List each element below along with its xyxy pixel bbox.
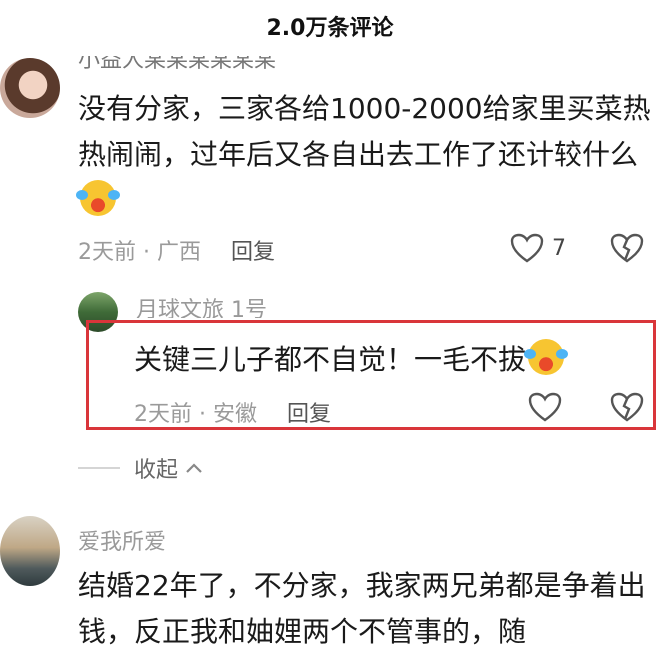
heart-icon [528, 392, 562, 422]
broken-heart-icon [610, 392, 644, 422]
comments-count-title: 2.0万条评论 [266, 16, 394, 41]
comment-username[interactable]: 爱我所爱 [78, 524, 166, 556]
comment-text: 结婚22年了，不分家，我家两兄弟都是争着出钱，反正我和妯娌两个不管事的，随 [78, 569, 646, 648]
divider [78, 467, 120, 469]
avatar[interactable] [0, 58, 60, 118]
dislike-button[interactable] [610, 392, 644, 426]
laughing-crying-emoji-icon [524, 339, 569, 375]
like-button[interactable] [528, 392, 562, 422]
dislike-button[interactable] [610, 233, 644, 267]
reply-meta: 2天前 · 安徽 回复 [134, 396, 331, 428]
reply-text: 关键三儿子都不自觉！一毛不拔 [134, 338, 569, 382]
chevron-up-icon [186, 463, 202, 473]
collapse-replies-button[interactable]: 收起 [78, 452, 204, 484]
reply-button[interactable]: 回复 [287, 402, 331, 427]
comments-header: 2.0万条评论 [0, 0, 660, 52]
like-count: 7 [552, 235, 566, 261]
comment-meta: 2天前 · 广西 回复 [78, 234, 275, 266]
reply-time-location: 2天前 · 安徽 [134, 402, 257, 427]
heart-icon [510, 233, 544, 263]
reply-button[interactable]: 回复 [231, 240, 275, 265]
reply-username[interactable]: 月球文旅 1号 [136, 296, 267, 318]
collapse-label: 收起 [134, 458, 179, 483]
comment-username[interactable]: 小益人某某某某某某 [78, 56, 276, 74]
avatar[interactable] [0, 516, 60, 586]
comment-time-location: 2天前 · 广西 [78, 240, 201, 265]
like-button[interactable]: 7 [510, 233, 566, 263]
comment-text: 没有分家，三家各给1000-2000给家里买菜热热闹闹，过年后又各自出去工作了还… [76, 86, 653, 224]
broken-heart-icon [610, 233, 644, 263]
laughing-crying-emoji-icon [76, 180, 120, 216]
